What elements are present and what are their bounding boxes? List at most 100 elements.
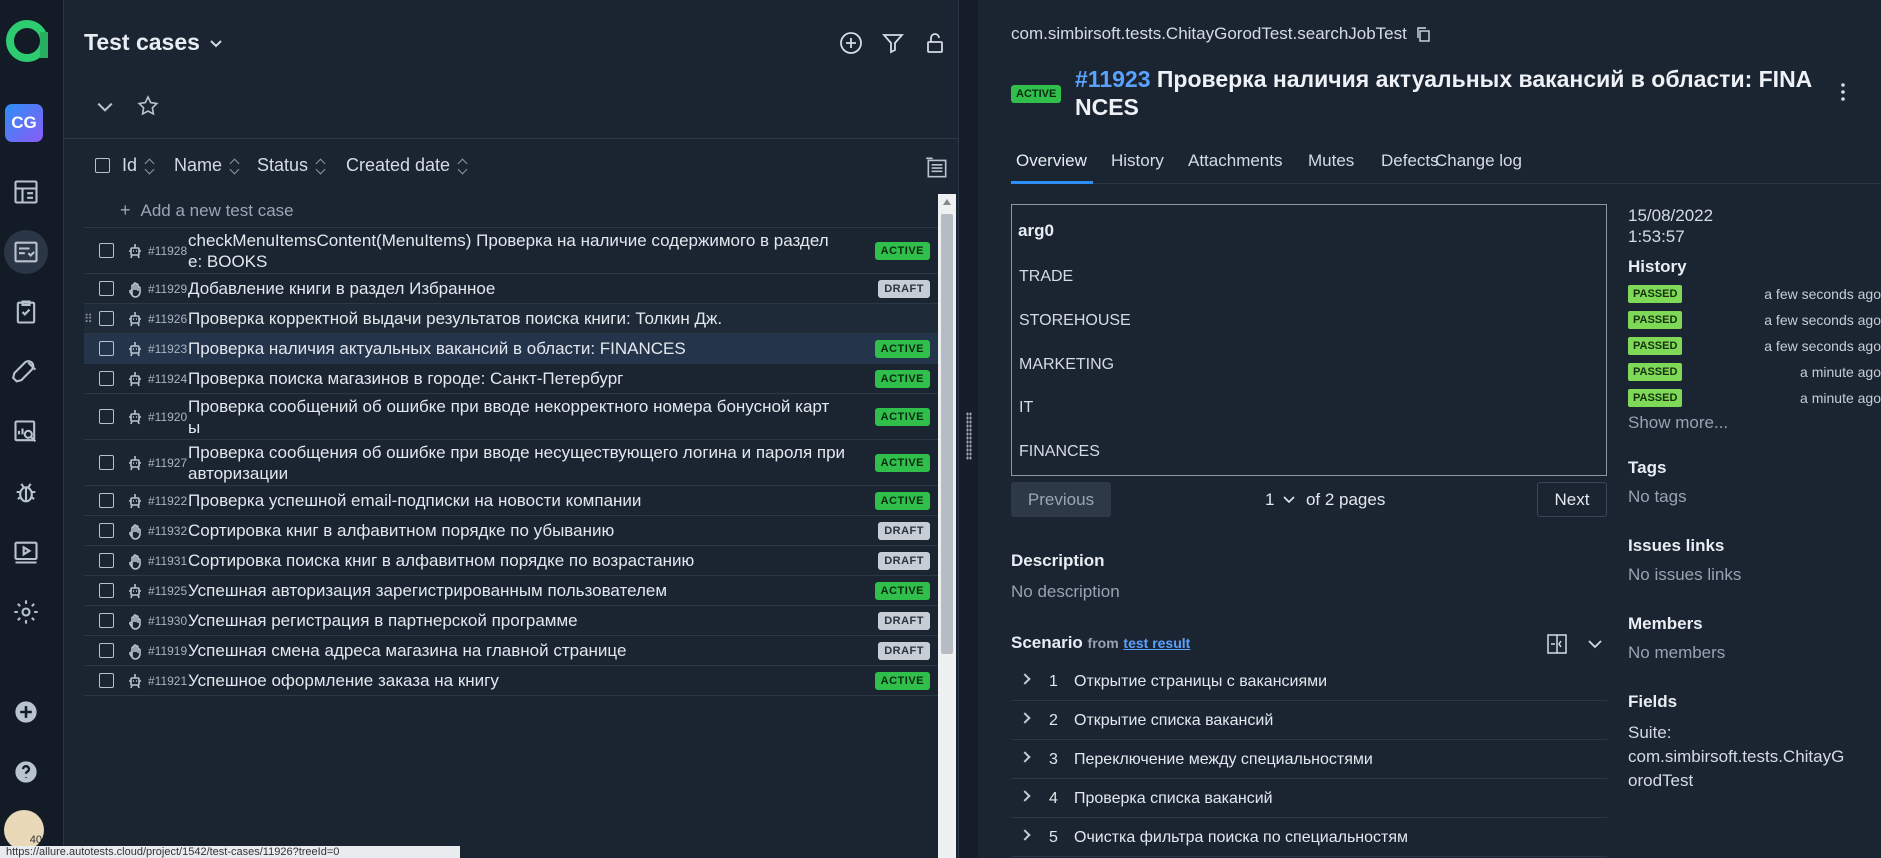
chevron-right-icon[interactable] <box>1019 790 1031 802</box>
add-test-case-row[interactable]: + Add a new test case <box>84 194 940 228</box>
drag-handle-icon[interactable]: ⠿ <box>84 312 94 326</box>
chevron-down-icon[interactable] <box>1587 638 1603 650</box>
table-row[interactable]: #11924 Проверка поиска магазинов в городе… <box>84 364 940 394</box>
history-item[interactable]: PASSED a few seconds ago <box>1628 307 1881 333</box>
copy-icon[interactable] <box>1415 26 1431 42</box>
allure-logo-icon[interactable] <box>4 18 50 64</box>
column-settings-icon[interactable] <box>924 155 950 181</box>
compare-icon[interactable] <box>1545 632 1569 656</box>
next-button[interactable]: Next <box>1537 482 1607 517</box>
panel-splitter[interactable] <box>958 0 978 858</box>
test-result-link[interactable]: test result <box>1123 635 1190 651</box>
scenario-step[interactable]: 4 Проверка списка вакансий <box>1011 780 1607 818</box>
parameters-table: arg0 TRADE STOREHOUSE MARKETING IT FINAN… <box>1011 204 1607 476</box>
row-checkbox[interactable] <box>99 243 114 258</box>
jobs-play-icon[interactable] <box>4 530 48 574</box>
tab-overview[interactable]: Overview <box>1016 151 1087 171</box>
chevron-right-icon[interactable] <box>1019 829 1031 841</box>
history-item[interactable]: PASSED a few seconds ago <box>1628 333 1881 359</box>
status-badge: ACTIVE <box>874 581 930 600</box>
scenario-step[interactable]: 2 Открытие списка вакансий <box>1011 702 1607 740</box>
project-avatar[interactable]: CG <box>5 104 43 142</box>
tab-mutes[interactable]: Mutes <box>1308 151 1354 171</box>
table-row[interactable]: #11919 Успешная смена адреса магазина на … <box>84 636 940 666</box>
column-name[interactable]: Name <box>174 155 240 176</box>
chevron-down-icon[interactable] <box>208 36 224 52</box>
history-item[interactable]: PASSED a few seconds ago <box>1628 281 1881 307</box>
row-checkbox[interactable] <box>99 341 114 356</box>
table-row[interactable]: #11931 Сортировка поиска книг в алфавитно… <box>84 546 940 576</box>
row-checkbox[interactable] <box>99 643 114 658</box>
user-avatar[interactable]: 40 <box>4 810 44 850</box>
row-checkbox[interactable] <box>99 311 114 326</box>
created-date: 15/08/2022 <box>1628 206 1714 225</box>
table-row[interactable]: ⠿ #11926 Проверка корректной выдачи резуль… <box>84 304 940 334</box>
column-status[interactable]: Status <box>257 155 326 176</box>
tab-history[interactable]: History <box>1111 151 1164 171</box>
add-circle-icon[interactable] <box>837 29 865 57</box>
column-created-date[interactable]: Created date <box>346 155 468 176</box>
filter-icon[interactable] <box>879 29 907 57</box>
table-row[interactable]: #11928 checkMenuItemsContent(MenuItems) П… <box>84 228 940 274</box>
table-row[interactable]: #11932 Сортировка книг в алфавитном поряд… <box>84 516 940 546</box>
row-checkbox[interactable] <box>99 613 114 628</box>
analytics-search-icon[interactable] <box>4 410 48 454</box>
table-row[interactable]: #11922 Проверка успешной email-подписки н… <box>84 486 940 516</box>
page-select[interactable]: 1 <box>1265 490 1274 509</box>
status-badge: ACTIVE <box>874 369 930 388</box>
select-all-checkbox[interactable] <box>95 158 110 173</box>
table-row[interactable]: #11930 Успешная регистрация в партнерской… <box>84 606 940 636</box>
row-checkbox[interactable] <box>99 493 114 508</box>
tab-attachments[interactable]: Attachments <box>1188 151 1283 171</box>
previous-button[interactable]: Previous <box>1011 482 1111 517</box>
chevron-right-icon[interactable] <box>1019 712 1031 724</box>
table-row[interactable]: #11925 Успешная авторизация зарегистриров… <box>84 576 940 606</box>
row-checkbox[interactable] <box>99 371 114 386</box>
test-plans-icon[interactable] <box>4 290 48 334</box>
chevron-down-icon[interactable] <box>160 98 178 116</box>
history-item[interactable]: PASSED a minute ago <box>1628 385 1881 411</box>
more-menu-icon[interactable] <box>1840 82 1846 102</box>
row-checkbox[interactable] <box>99 281 114 296</box>
show-more-link[interactable]: Show more... <box>1628 413 1881 433</box>
scenario-step[interactable]: 1 Открытие страницы с вакансиями <box>1011 663 1607 701</box>
scenario-step[interactable]: 3 Переключение между специальностями <box>1011 741 1607 779</box>
description-heading: Description <box>1011 551 1105 570</box>
row-name: Проверка корректной выдачи результатов п… <box>188 309 723 328</box>
row-checkbox[interactable] <box>99 553 114 568</box>
drag-grip-icon[interactable] <box>966 412 972 460</box>
row-checkbox[interactable] <box>99 673 114 688</box>
table-row[interactable]: #11921 Успешное оформление заказа на книг… <box>84 666 940 696</box>
step-number: 4 <box>1049 790 1058 807</box>
page-title[interactable]: Test cases <box>84 29 200 56</box>
row-checkbox[interactable] <box>99 523 114 538</box>
scenario-step[interactable]: 5 Очистка фильтра поиска по специальностя… <box>1011 819 1607 857</box>
table-row[interactable]: #11929 Добавление книги в раздел Избранно… <box>84 274 940 304</box>
add-plus-icon[interactable] <box>4 690 48 734</box>
row-checkbox[interactable] <box>99 583 114 598</box>
table-row[interactable]: #11927 Проверка сообщения об ошибке при в… <box>84 440 940 486</box>
dashboard-icon[interactable] <box>4 170 48 214</box>
row-checkbox[interactable] <box>99 455 114 470</box>
launches-icon[interactable] <box>4 350 48 394</box>
help-icon[interactable] <box>4 750 48 794</box>
column-id[interactable]: Id <box>122 155 155 176</box>
test-cases-icon[interactable] <box>4 230 48 274</box>
table-row[interactable]: #11923 Проверка наличия актуальных ваканс… <box>84 334 940 364</box>
list-scrollbar[interactable] <box>938 194 956 858</box>
history-item[interactable]: PASSED a minute ago <box>1628 359 1881 385</box>
unlock-icon[interactable] <box>921 29 949 57</box>
collapse-chevron-icon[interactable] <box>96 98 114 116</box>
chevron-right-icon[interactable] <box>1019 751 1031 763</box>
table-row[interactable]: #11920 Проверка сообщений об ошибке при в… <box>84 394 940 440</box>
defects-bug-icon[interactable] <box>4 470 48 514</box>
row-checkbox[interactable] <box>99 409 114 424</box>
settings-gear-icon[interactable] <box>4 590 48 634</box>
chevron-down-icon[interactable] <box>1283 495 1295 505</box>
tab-change-log[interactable]: Change log <box>1435 151 1522 171</box>
tab-defects[interactable]: Defects <box>1381 151 1439 171</box>
chevron-right-icon[interactable] <box>1019 673 1031 685</box>
scroll-up-arrow[interactable] <box>943 199 951 205</box>
star-icon[interactable] <box>136 94 160 118</box>
scrollbar-thumb[interactable] <box>941 214 953 654</box>
